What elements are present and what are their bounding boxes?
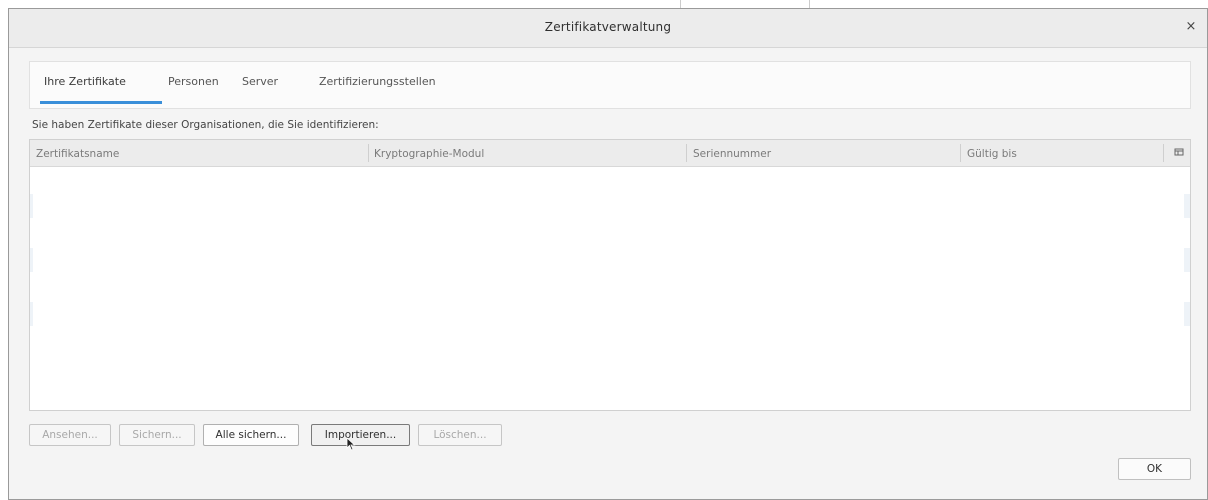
dialog-title: Zertifikatverwaltung bbox=[544, 20, 672, 34]
certificate-table[interactable]: Zertifikatsname Kryptographie-Modul Seri… bbox=[29, 139, 1191, 411]
certificate-manager-dialog: Zertifikatverwaltung × Ihre Zertifikate … bbox=[8, 8, 1208, 500]
title-bar: Zertifikatverwaltung × bbox=[9, 9, 1207, 48]
column-separator[interactable] bbox=[1163, 144, 1164, 162]
row-stripe bbox=[30, 302, 33, 326]
background-page bbox=[0, 0, 1208, 8]
mouse-cursor-icon bbox=[346, 437, 356, 451]
row-stripe bbox=[1184, 248, 1190, 272]
row-stripe bbox=[1184, 302, 1190, 326]
import-button[interactable]: Importieren... bbox=[311, 424, 410, 446]
delete-button[interactable]: Löschen... bbox=[418, 424, 502, 446]
row-stripe bbox=[1184, 194, 1190, 218]
column-header-module[interactable]: Kryptographie-Modul bbox=[374, 148, 484, 160]
background-field bbox=[680, 0, 810, 8]
column-separator[interactable] bbox=[686, 144, 687, 162]
row-stripe bbox=[30, 194, 33, 218]
tab-servers[interactable]: Server bbox=[242, 75, 278, 88]
table-header: Zertifikatsname Kryptographie-Modul Seri… bbox=[30, 140, 1190, 167]
column-separator[interactable] bbox=[368, 144, 369, 162]
tab-your-certificates[interactable]: Ihre Zertifikate bbox=[44, 75, 126, 88]
backup-all-button[interactable]: Alle sichern... bbox=[203, 424, 299, 446]
column-picker-icon[interactable] bbox=[1174, 147, 1184, 157]
tab-people[interactable]: Personen bbox=[168, 75, 219, 88]
description-text: Sie haben Zertifikate dieser Organisatio… bbox=[32, 119, 379, 131]
ok-button[interactable]: OK bbox=[1118, 458, 1191, 480]
column-header-serial[interactable]: Seriennummer bbox=[693, 148, 771, 160]
tab-bar: Ihre Zertifikate Personen Server Zertifi… bbox=[29, 61, 1191, 109]
column-separator[interactable] bbox=[960, 144, 961, 162]
tab-authorities[interactable]: Zertifizierungsstellen bbox=[319, 75, 436, 88]
column-header-name[interactable]: Zertifikatsname bbox=[36, 148, 119, 160]
close-icon[interactable]: × bbox=[1183, 19, 1199, 35]
backup-button[interactable]: Sichern... bbox=[119, 424, 195, 446]
column-header-valid-until[interactable]: Gültig bis bbox=[967, 148, 1017, 160]
row-stripe bbox=[30, 248, 33, 272]
view-button[interactable]: Ansehen... bbox=[29, 424, 111, 446]
selected-tab-indicator bbox=[40, 101, 162, 104]
